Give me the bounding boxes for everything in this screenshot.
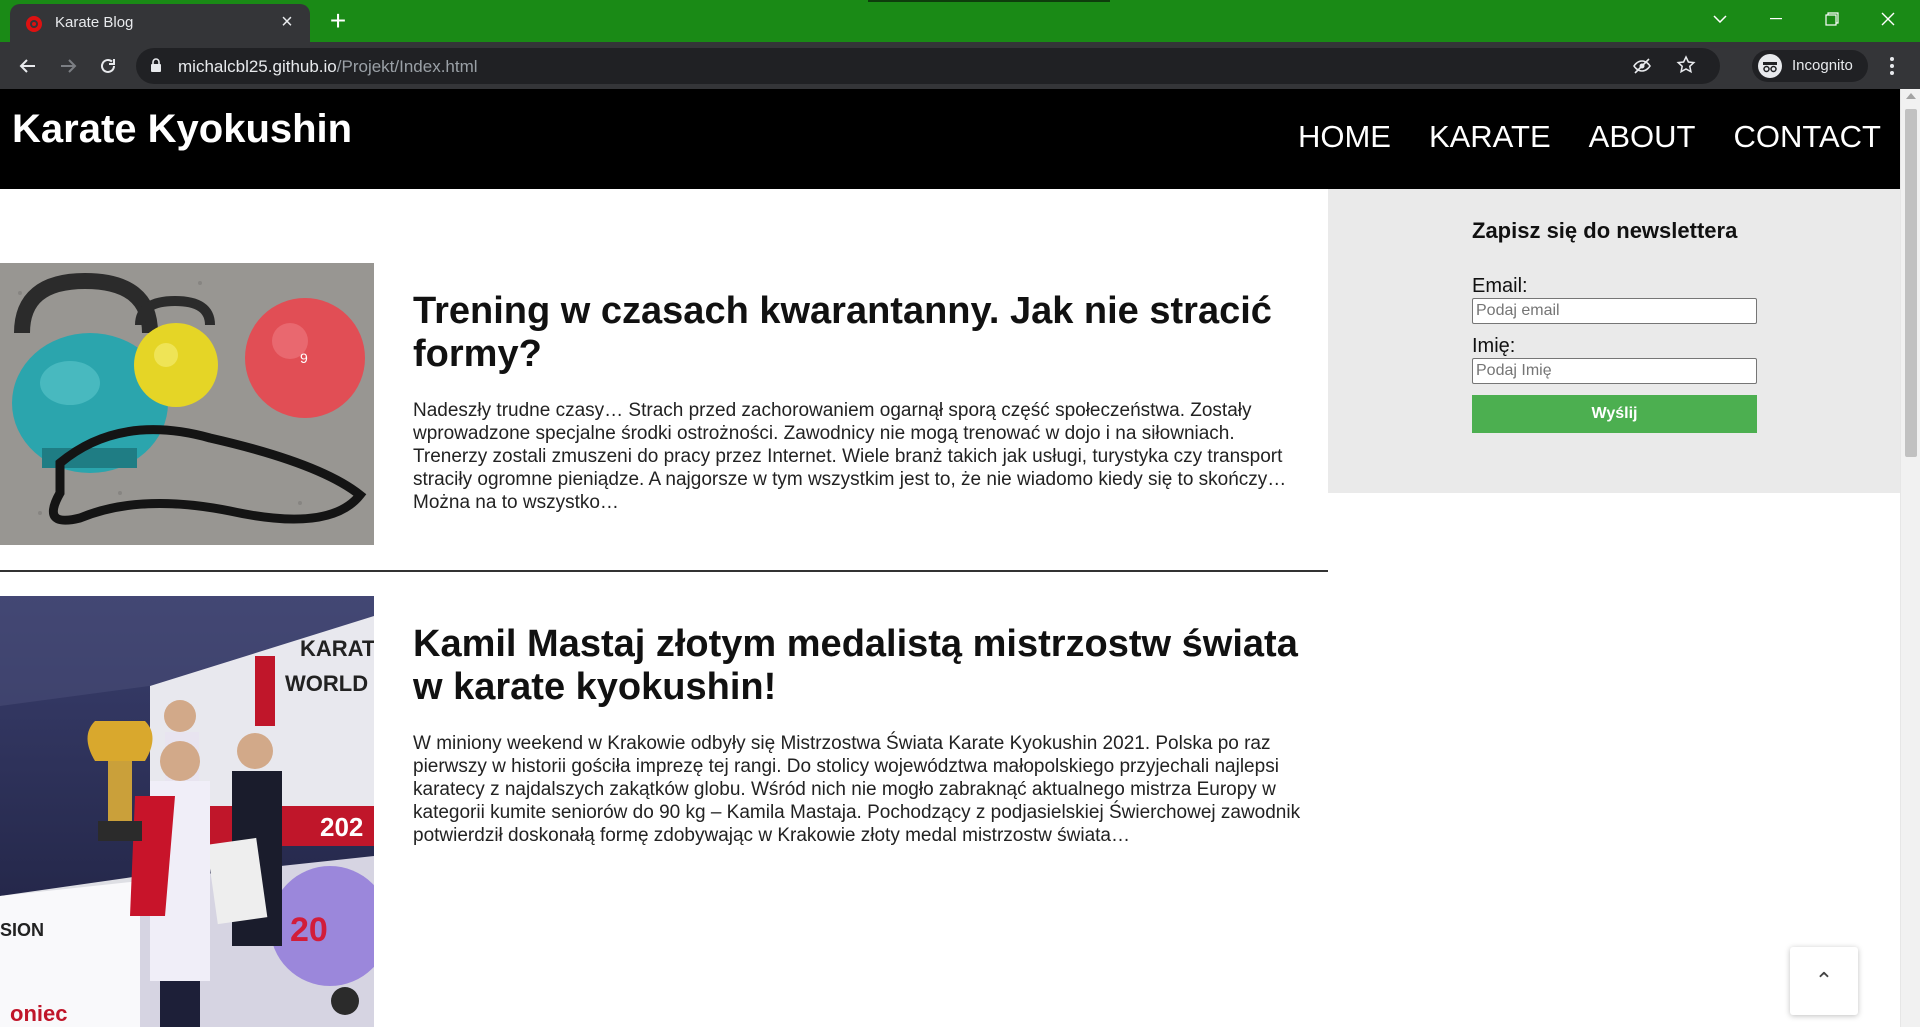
incognito-profile-button[interactable]: Incognito <box>1752 50 1868 82</box>
tab-title: Karate Blog <box>55 14 134 31</box>
name-field[interactable] <box>1472 358 1757 384</box>
tab-search-chevron-icon[interactable] <box>1692 0 1748 38</box>
post-divider <box>0 570 1328 572</box>
newsletter-heading: Zapisz się do newslettera <box>1472 218 1738 243</box>
minimize-icon[interactable] <box>1748 0 1804 38</box>
nav-home[interactable]: HOME <box>1298 119 1391 155</box>
submit-button[interactable]: Wyślij <box>1472 395 1757 433</box>
svg-text:SION: SION <box>0 920 44 940</box>
address-url: michalcbl25.github.io/Projekt/Index.html <box>178 57 478 76</box>
nav-contact[interactable]: CONTACT <box>1733 119 1881 155</box>
reload-icon[interactable] <box>92 50 124 82</box>
browser-menu-kebab-icon[interactable] <box>1880 54 1904 78</box>
bookmark-star-icon[interactable] <box>1676 55 1696 75</box>
nav-about[interactable]: ABOUT <box>1589 119 1696 155</box>
post-title[interactable]: Kamil Mastaj złotym medalistą mistrzostw… <box>413 623 1313 709</box>
browser-toolbar: michalcbl25.github.io/Projekt/Index.html… <box>0 42 1920 89</box>
svg-text:KARATE KYO: KARATE KYO <box>300 636 374 661</box>
kettlebells-post-image[interactable]: 9 <box>0 263 374 545</box>
svg-text:20: 20 <box>290 911 328 949</box>
name-label: Imię: <box>1472 335 1516 357</box>
email-label: Email: <box>1472 275 1528 297</box>
back-arrow-icon[interactable] <box>12 50 44 82</box>
forward-arrow-icon[interactable] <box>52 50 84 82</box>
page-viewport: Karate Kyokushin HOME KARATE ABOUT CONTA… <box>0 89 1920 1027</box>
blog-post: KARATE KYO WORLD CHAMPI 202 SION oniec 2… <box>0 596 1328 1027</box>
karate-favicon-icon <box>26 16 42 32</box>
svg-text:WORLD CHAMPI: WORLD CHAMPI <box>285 671 374 696</box>
browser-tab-strip: Karate Blog × + <box>0 0 1920 42</box>
email-field[interactable] <box>1472 298 1757 324</box>
championship-post-image[interactable]: KARATE KYO WORLD CHAMPI 202 SION oniec 2… <box>0 596 374 1027</box>
scrollbar-thumb[interactable] <box>1905 109 1917 457</box>
restore-icon[interactable] <box>1804 0 1860 38</box>
site-brand[interactable]: Karate Kyokushin <box>12 107 352 152</box>
incognito-icon <box>1758 54 1782 78</box>
chevron-up-icon: ⌃ <box>1814 968 1834 993</box>
browser-tab-active[interactable]: Karate Blog × <box>10 4 310 42</box>
site-header: Karate Kyokushin HOME KARATE ABOUT CONTA… <box>0 89 1900 189</box>
page-scrollbar[interactable] <box>1900 89 1920 1027</box>
post-excerpt: W miniony weekend w Krakowie odbyły się … <box>413 733 1301 846</box>
blog-post: 9 Trening w czasach kwarantanny. Jak nie… <box>0 263 1328 545</box>
newsletter-sidebar: Zapisz się do newslettera Email: Imię: W… <box>1328 189 1900 493</box>
svg-text:oniec: oniec <box>10 1001 67 1026</box>
main-nav: HOME KARATE ABOUT CONTACT <box>1260 119 1881 155</box>
back-to-top-button[interactable]: ⌃ <box>1790 947 1858 1015</box>
tracking-blocked-eye-icon[interactable] <box>1632 56 1652 76</box>
address-bar[interactable]: michalcbl25.github.io/Projekt/Index.html <box>136 48 1720 84</box>
lock-icon <box>151 58 161 72</box>
post-title[interactable]: Trening w czasach kwarantanny. Jak nie s… <box>413 290 1313 376</box>
tab-close-icon[interactable]: × <box>276 11 298 33</box>
svg-text:9: 9 <box>300 350 308 366</box>
svg-text:202: 202 <box>320 812 363 842</box>
scroll-up-arrow-icon[interactable] <box>1906 93 1916 99</box>
close-window-icon[interactable] <box>1860 0 1916 38</box>
nav-karate[interactable]: KARATE <box>1429 119 1551 155</box>
window-notch <box>868 0 1110 2</box>
post-excerpt: Nadeszły trudne czasy… Strach przed zach… <box>413 400 1287 513</box>
new-tab-plus-icon[interactable]: + <box>324 7 352 36</box>
incognito-label: Incognito <box>1792 57 1853 74</box>
